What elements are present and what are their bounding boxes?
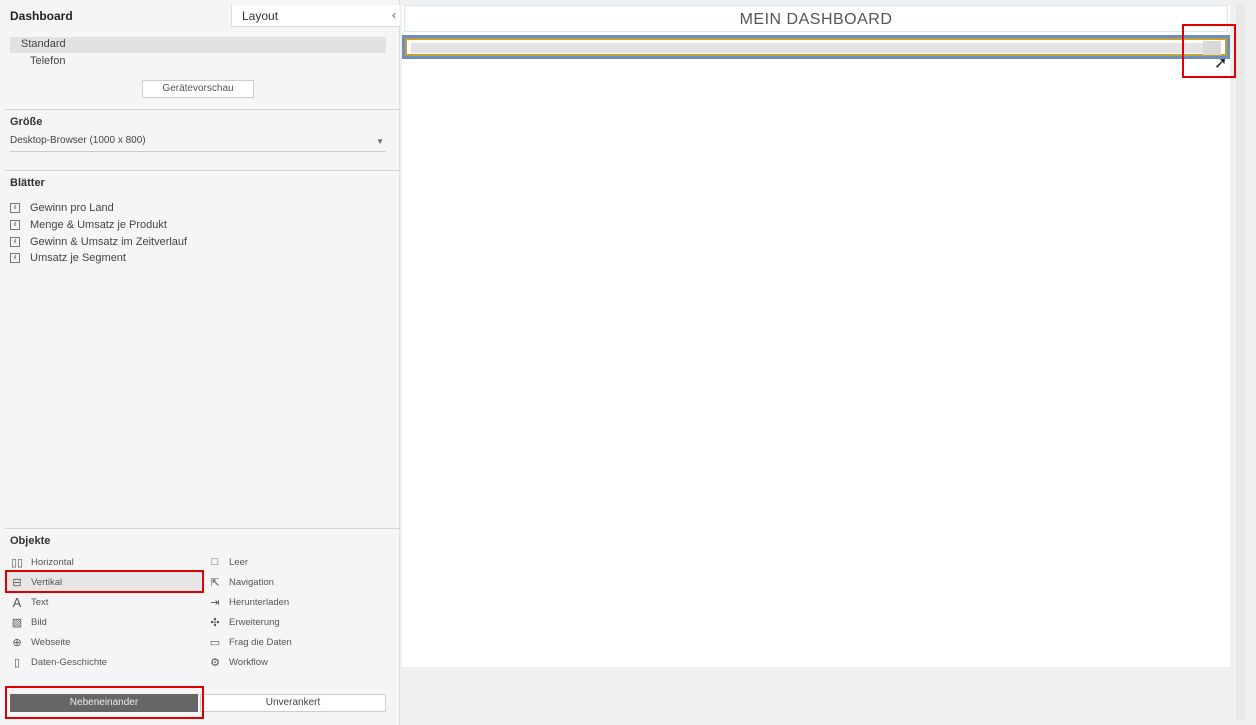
object-label: Horizontal xyxy=(31,556,74,568)
object-text[interactable]: A Text xyxy=(10,592,49,612)
object-label: Leer xyxy=(229,556,249,568)
objects-heading: Objekte xyxy=(10,535,51,547)
highlight-drop-target xyxy=(1182,24,1236,78)
blank-icon: □ xyxy=(211,556,219,568)
container-selection xyxy=(405,38,1227,56)
download-icon: ⇥ xyxy=(210,596,220,609)
object-erweiterung[interactable]: ✣ Erweiterung xyxy=(208,612,280,632)
horizontal-icon: ▯▯ xyxy=(10,556,24,569)
sheet-item[interactable]: ıl Menge & Umsatz je Produkt xyxy=(10,217,187,234)
highlight-vertikal xyxy=(5,570,204,593)
worksheet-icon: ıl xyxy=(10,253,20,264)
sheet-item[interactable]: ıl Gewinn & Umsatz im Zeitverlauf xyxy=(10,233,187,250)
dashboard-canvas[interactable]: MEIN DASHBOARD xyxy=(402,5,1230,667)
text-icon: A xyxy=(12,594,22,610)
dashboard-panel: Dashboard Layout ‹ Standard Telefon Gerä… xyxy=(0,0,400,725)
worksheet-icon: ıl xyxy=(10,236,20,247)
chevron-left-icon[interactable]: ‹ xyxy=(392,8,396,22)
object-herunterladen[interactable]: ⇥ Herunterladen xyxy=(208,592,289,612)
tab-dashboard[interactable]: Dashboard xyxy=(10,9,73,23)
object-horizontal[interactable]: ▯▯ Horizontal xyxy=(10,552,74,572)
vertical-container[interactable] xyxy=(402,35,1230,59)
object-label: Frag die Daten xyxy=(229,636,292,648)
floating-button[interactable]: Unverankert xyxy=(200,694,386,712)
device-telefon[interactable]: Telefon xyxy=(30,55,65,67)
size-dropdown[interactable]: Desktop-Browser (1000 x 800) ▼ xyxy=(10,135,386,152)
object-label: Webseite xyxy=(31,636,71,648)
image-icon: ▨ xyxy=(11,616,23,629)
sheet-label: Menge & Umsatz je Produkt xyxy=(30,219,167,232)
object-label: Workflow xyxy=(229,656,268,668)
divider xyxy=(5,109,400,110)
object-bild[interactable]: ▨ Bild xyxy=(10,612,47,632)
object-leer[interactable]: □ Leer xyxy=(208,552,248,572)
object-navigation[interactable]: ⇱ Navigation xyxy=(208,572,274,592)
size-heading: Größe xyxy=(10,116,43,128)
navigation-icon: ⇱ xyxy=(210,576,220,589)
title-container[interactable]: MEIN DASHBOARD xyxy=(404,5,1228,32)
worksheet-icon: ıl xyxy=(10,220,20,231)
divider xyxy=(5,528,400,529)
object-webseite[interactable]: ⊕ Webseite xyxy=(10,632,70,652)
divider xyxy=(5,170,400,171)
caret-down-icon: ▼ xyxy=(376,137,384,146)
sheets-heading: Blätter xyxy=(10,177,45,189)
object-frag-die-daten[interactable]: ▭ Frag die Daten xyxy=(208,632,292,652)
worksheet-icon: ıl xyxy=(10,203,20,214)
object-label: Text xyxy=(31,596,49,608)
object-label: Erweiterung xyxy=(229,616,280,628)
object-label: Herunterladen xyxy=(229,596,290,608)
scrollbar[interactable] xyxy=(1236,5,1246,720)
tab-layout[interactable]: Layout xyxy=(231,5,400,27)
object-workflow[interactable]: ⚙ Workflow xyxy=(208,652,268,672)
sheet-label: Gewinn pro Land xyxy=(30,202,114,215)
cursor-icon: ➚ xyxy=(1214,55,1228,72)
sheet-item[interactable]: ıl Gewinn pro Land xyxy=(10,200,187,217)
puzzle-icon: ✣ xyxy=(210,616,220,629)
dashboard-title: MEIN DASHBOARD xyxy=(739,11,893,28)
highlight-tiled xyxy=(5,686,204,719)
container-placeholder xyxy=(411,43,1221,53)
object-label: Navigation xyxy=(229,576,274,588)
ask-data-icon: ▭ xyxy=(209,636,221,649)
size-value: Desktop-Browser (1000 x 800) xyxy=(10,135,146,146)
panel-tabs: Dashboard Layout ‹ xyxy=(5,5,400,27)
globe-icon: ⊕ xyxy=(12,636,22,649)
device-preview-button[interactable]: Gerätevorschau xyxy=(142,80,254,98)
sheet-label: Umsatz je Segment xyxy=(30,252,126,265)
book-icon: ▯ xyxy=(13,656,21,669)
sheet-item[interactable]: ıl Umsatz je Segment xyxy=(10,250,187,267)
sheets-list: ıl Gewinn pro Land ıl Menge & Umsatz je Pr… xyxy=(10,200,187,267)
device-standard[interactable]: Standard xyxy=(10,37,386,53)
object-label: Bild xyxy=(31,616,47,628)
workflow-icon: ⚙ xyxy=(210,656,220,669)
object-daten-geschichte[interactable]: ▯ Daten-Geschichte xyxy=(10,652,107,672)
object-label: Daten-Geschichte xyxy=(31,656,108,668)
sheet-label: Gewinn & Umsatz im Zeitverlauf xyxy=(30,235,188,248)
